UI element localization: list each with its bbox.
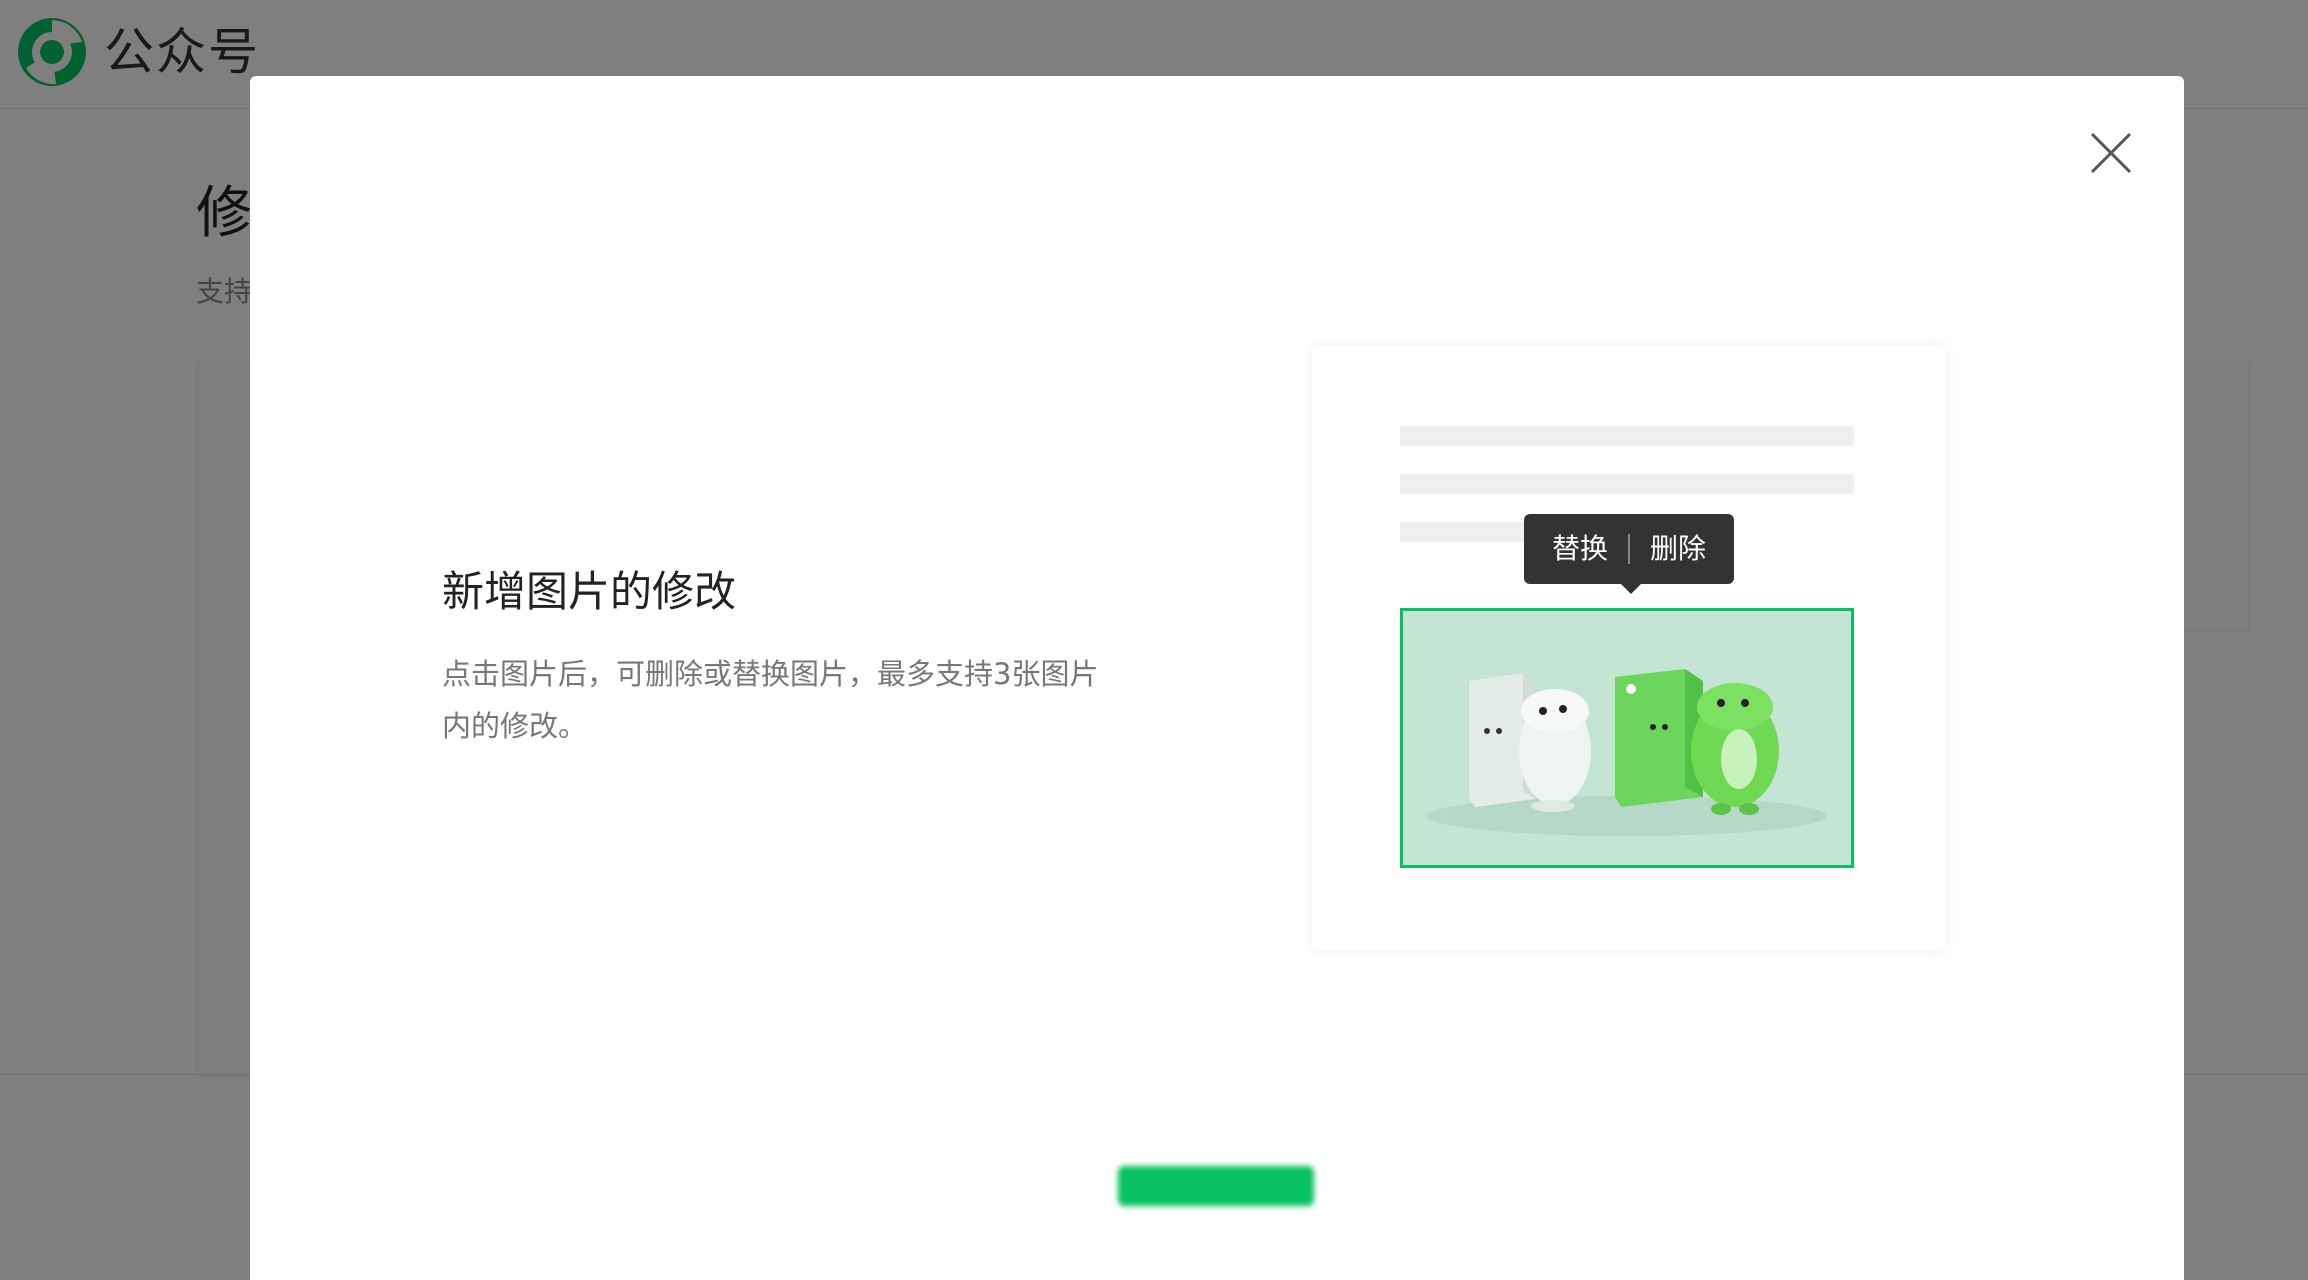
delete-button[interactable]: 删除 [1630, 514, 1726, 584]
close-icon [2090, 132, 2132, 174]
intro-description: 点击图片后，可删除或替换图片，最多支持3张图片内的修改。 [442, 657, 1099, 743]
mascot-figures-image [1403, 611, 1851, 865]
illustration-card: 替换 删除 [1312, 346, 1946, 950]
placeholder-text-line [1400, 474, 1854, 494]
replace-button[interactable]: 替换 [1532, 514, 1628, 584]
intro-title: 新增图片的修改 [442, 567, 737, 616]
close-button[interactable] [2074, 114, 2150, 190]
image-action-tooltip: 替换 删除 [1524, 514, 1734, 594]
guide-dialog: 新增图片的修改 点击图片后，可删除或替换图片，最多支持3张图片内的修改。 替换 … [250, 76, 2184, 1280]
selected-sample-image[interactable] [1400, 608, 1854, 868]
primary-action-button[interactable] [1118, 1166, 1314, 1206]
placeholder-text-line [1400, 426, 1854, 446]
